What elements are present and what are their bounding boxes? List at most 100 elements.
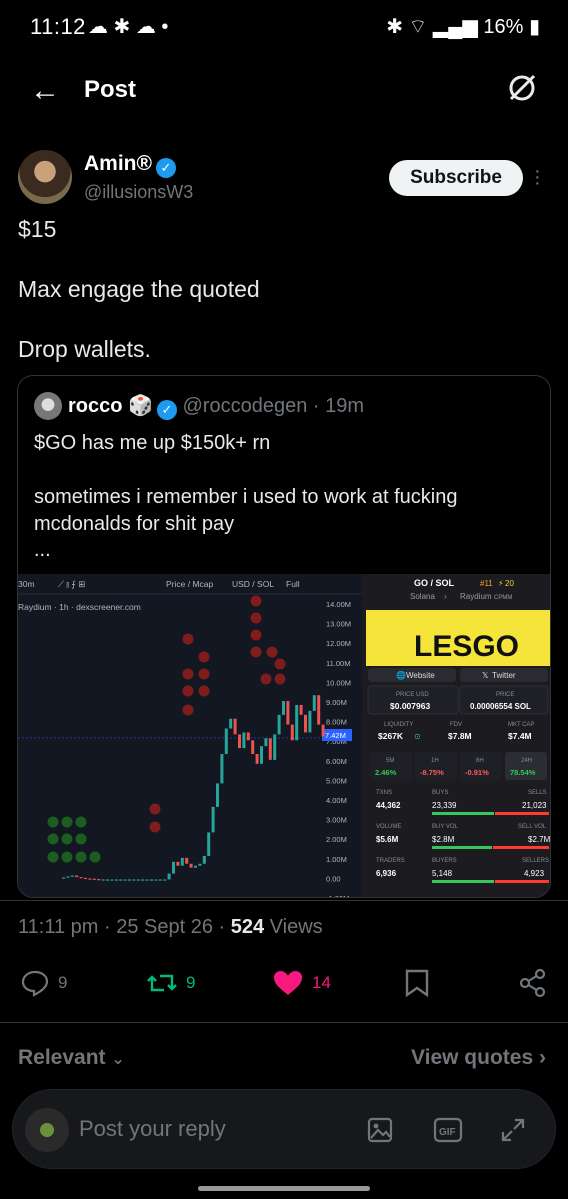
buy-vol-value: $2.8M xyxy=(432,835,455,844)
candle xyxy=(163,879,167,881)
quoted-post[interactable]: rocco 🎲 ✓ @roccodegen · 19m $GO has me up… xyxy=(17,375,551,898)
sort-relevant-label: Relevant xyxy=(18,1046,106,1069)
twitter-icon: 𝕏 xyxy=(482,671,489,680)
candle xyxy=(154,879,158,881)
sort-relevant-dropdown[interactable]: Relevant ⌄ xyxy=(18,1046,125,1070)
price-sol-label: PRICE xyxy=(496,692,514,698)
candle xyxy=(207,832,211,856)
buy-marker-icon xyxy=(75,851,87,863)
pair-boost: 20 xyxy=(505,579,514,588)
price-sol: 0.00006554 SOL xyxy=(470,702,531,711)
author-handle[interactable]: @illusionsW3 xyxy=(84,182,193,203)
candle xyxy=(189,863,193,868)
views-label: Views xyxy=(269,916,323,938)
candle xyxy=(260,746,263,764)
change-value: -0.91% xyxy=(465,768,489,777)
expand-icon[interactable] xyxy=(499,1116,527,1144)
image-icon[interactable] xyxy=(366,1116,394,1144)
buy-marker-icon xyxy=(75,833,87,845)
candle xyxy=(233,718,237,735)
fdv-label: FDV xyxy=(450,722,462,728)
candle xyxy=(84,877,87,880)
change-label: 5M xyxy=(386,758,394,764)
bookmark-button[interactable] xyxy=(404,968,430,998)
candle xyxy=(290,724,294,741)
liquidity-label: LIQUIDITY xyxy=(384,722,413,728)
chart-toolbar-interval: 30m xyxy=(18,579,35,589)
change-value: -8.75% xyxy=(420,768,444,777)
gif-icon[interactable]: GIF xyxy=(433,1116,463,1144)
chart-screenshot-image[interactable]: 30m ⟋ ⫾ ⨍ ⊞ Price / Mcap USD / SOL Full … xyxy=(18,574,550,898)
repost-button[interactable]: 9 xyxy=(146,968,195,998)
user-avatar xyxy=(25,1108,69,1152)
candle xyxy=(119,879,123,881)
bluetooth-icon: ✱ xyxy=(386,16,403,38)
traders-value: 6,936 xyxy=(376,869,397,878)
reply-input[interactable]: Post your reply xyxy=(79,1116,226,1142)
change-label: 1H xyxy=(431,758,439,764)
grok-icon[interactable] xyxy=(506,72,538,104)
change-value: 78.54% xyxy=(510,768,536,777)
chart-toolbar-indicators-icon: ⟋ ⫾ ⨍ ⊞ xyxy=(58,579,85,589)
candle xyxy=(110,879,114,881)
sell-vol-value: $2.7M xyxy=(528,835,550,844)
sells-label: SELLS xyxy=(528,790,547,796)
candle xyxy=(101,879,105,881)
like-button[interactable]: 14 xyxy=(272,968,331,998)
candle xyxy=(185,857,189,864)
action-bar: 9 9 14 xyxy=(0,962,568,1006)
chart-toolbar-full: Full xyxy=(286,579,300,589)
sell-marker-icon xyxy=(274,673,286,685)
author-name[interactable]: Amin® ✓ xyxy=(84,152,176,178)
volume-label: VOLUME xyxy=(376,824,401,830)
author-avatar[interactable] xyxy=(18,150,72,204)
wifi-icon: ⌔ xyxy=(408,16,428,38)
reply-count: 9 xyxy=(58,973,68,992)
candle xyxy=(216,783,219,807)
reply-composer[interactable]: Post your reply GIF xyxy=(12,1089,556,1169)
top-bar: ← Post xyxy=(0,60,568,120)
divider xyxy=(0,1022,568,1023)
candle xyxy=(106,879,109,881)
price-axis-tick: 6.00M xyxy=(326,757,347,766)
reply-button[interactable]: 9 xyxy=(20,968,67,998)
candle xyxy=(62,877,65,879)
status-right: ✱ ⌔ ▂▄▆ 16% ▮ xyxy=(386,14,540,39)
repost-count: 9 xyxy=(186,973,196,992)
view-quotes-link[interactable]: View quotes › xyxy=(411,1046,546,1070)
price-usd-label: PRICE USD xyxy=(396,692,429,698)
share-icon xyxy=(519,968,546,998)
svg-text:GIF: GIF xyxy=(439,1127,456,1138)
more-options-icon[interactable]: · · · xyxy=(534,161,541,193)
reply-icon xyxy=(21,970,49,997)
change-label: 24H xyxy=(521,758,532,764)
sell-vol-label: SELL VOL xyxy=(518,824,547,830)
subscribe-button[interactable]: Subscribe xyxy=(389,160,523,196)
status-time: 11:12 xyxy=(30,14,86,39)
sell-marker-icon xyxy=(250,629,262,641)
divider xyxy=(0,900,568,901)
candle xyxy=(194,865,197,868)
sell-marker-icon xyxy=(260,673,272,685)
candle xyxy=(220,754,224,784)
candle xyxy=(176,861,180,866)
sell-marker-icon xyxy=(250,595,262,607)
buy-marker-icon xyxy=(47,833,59,845)
txns-value: 44,362 xyxy=(376,801,401,810)
candle xyxy=(264,738,268,747)
candle xyxy=(198,863,202,866)
chart-source-label: Raydium · 1h · dexscreener.com xyxy=(18,602,141,612)
back-arrow-icon[interactable]: ← xyxy=(30,74,60,108)
token-banner-text: LESGO xyxy=(414,630,519,663)
candle xyxy=(75,875,79,878)
candle xyxy=(286,701,290,725)
price-axis-tick: 2.00M xyxy=(326,835,347,844)
repost-icon xyxy=(147,974,177,992)
share-button[interactable] xyxy=(518,968,548,998)
post-text-line-2: Max engage the quoted xyxy=(18,276,260,302)
mktcap-label: MKT CAP xyxy=(508,722,535,728)
candle xyxy=(97,879,101,881)
price-axis-tick: 11.00M xyxy=(326,659,350,668)
network-name: Solana xyxy=(410,592,435,601)
post-text-line-3: Drop wallets. xyxy=(18,336,151,362)
